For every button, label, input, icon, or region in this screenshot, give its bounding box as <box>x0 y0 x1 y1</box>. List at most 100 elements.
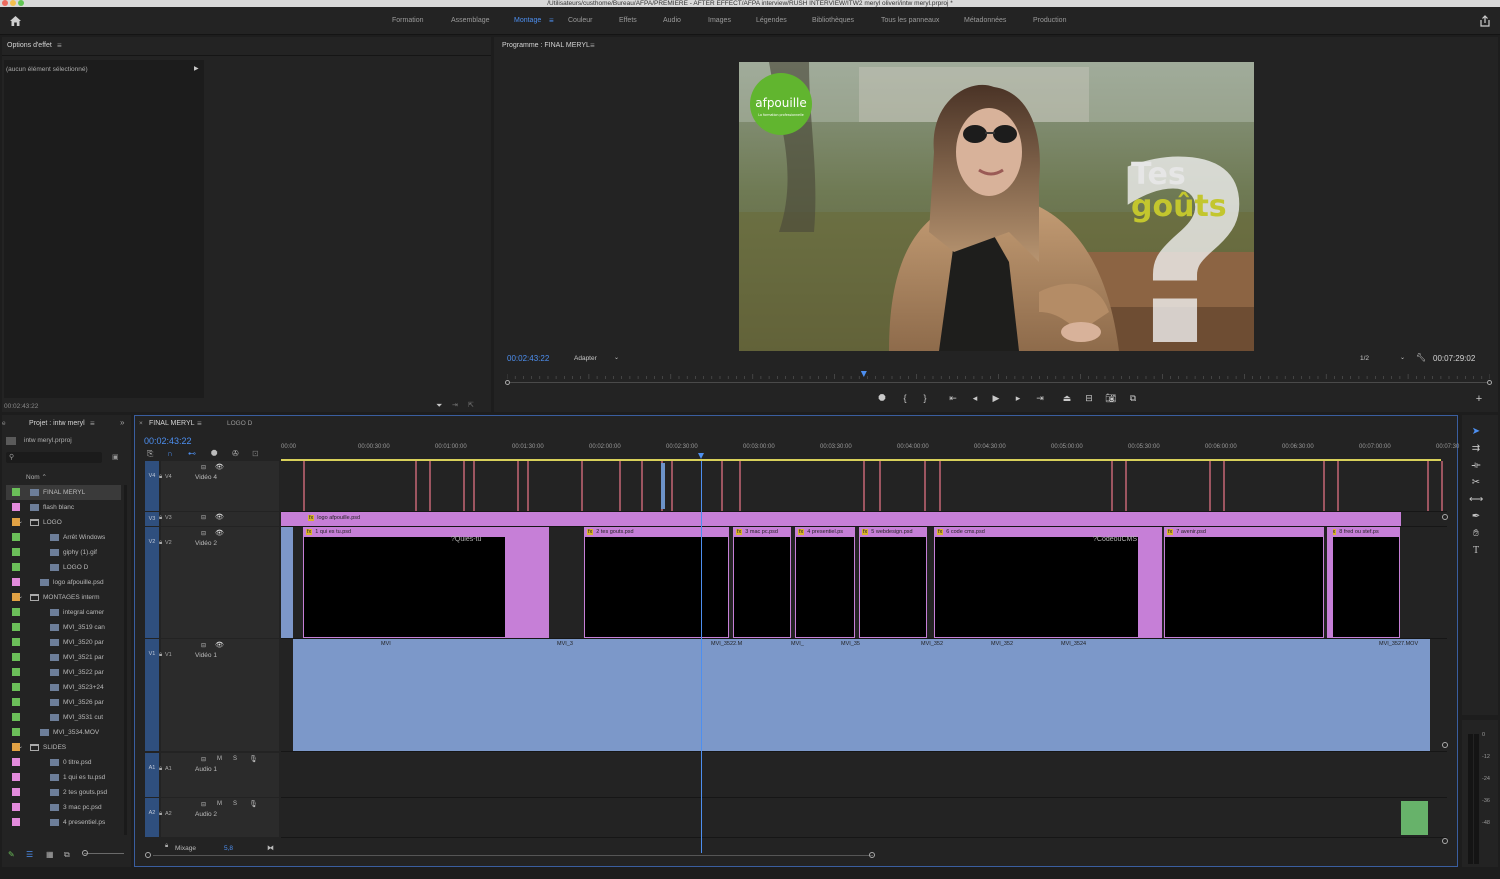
track-select-tool-icon[interactable]: ⇉ <box>1469 443 1483 455</box>
filter-icon[interactable]: ⏷ <box>436 401 442 411</box>
panel-menu-icon[interactable]: ≡ <box>90 419 95 428</box>
eye-icon[interactable]: 👁︎ <box>215 529 224 537</box>
zoom-dropdown[interactable]: Adapter ⌄ <box>570 353 622 364</box>
sync-lock-icon[interactable]: ⊟ <box>201 514 206 521</box>
zoom-slider[interactable] <box>84 853 124 854</box>
step-back-icon[interactable]: ◂ <box>968 393 982 404</box>
project-list-item[interactable]: MVI_3520 par <box>6 635 121 650</box>
timeline-tab-final[interactable]: FINAL MERYL <box>149 420 195 427</box>
project-list-item[interactable]: MVI_3526 par <box>6 695 121 710</box>
workspace-tab-formation[interactable]: Formation <box>392 17 424 24</box>
add-marker-icon[interactable]: ⯃ <box>875 393 889 404</box>
selection-tool-icon[interactable]: ➤ <box>1469 426 1483 438</box>
program-scroll-bar[interactable] <box>505 380 1492 385</box>
disclosure-triangle-icon[interactable]: ⌄ <box>18 518 23 525</box>
project-search-input[interactable]: ⚲ <box>6 452 102 463</box>
project-list-item[interactable]: FINAL MERYL <box>6 485 121 500</box>
v4-clip-marker[interactable] <box>939 461 941 511</box>
sync-lock-icon[interactable]: ⊟ <box>201 801 206 808</box>
v4-clip-marker[interactable] <box>641 461 643 511</box>
project-list-item[interactable]: integral camer <box>6 605 121 620</box>
v4-clip-marker[interactable] <box>721 461 723 511</box>
project-list-item[interactable]: MVI_3521 par <box>6 650 121 665</box>
project-list-item[interactable]: MVI_3523+24 <box>6 680 121 695</box>
v4-clip-marker[interactable] <box>671 461 673 511</box>
share-icon[interactable] <box>1479 15 1491 27</box>
v2-slide-clip[interactable]: fx 2 tes gouts.psd <box>584 527 729 638</box>
project-list-item[interactable]: giphy (1).gif <box>6 545 121 560</box>
v2-slide-clip[interactable]: fx 8 fred ou stef.ps <box>1327 527 1400 638</box>
lock-track-icon[interactable]: 🔒︎ <box>159 766 162 773</box>
project-list-item[interactable]: flash blanc <box>6 500 121 515</box>
v4-clip-marker[interactable] <box>1223 461 1225 511</box>
linked-selection-icon[interactable]: ⊷ <box>188 449 196 458</box>
project-list-item[interactable]: 4 presentiel.ps <box>6 815 121 830</box>
v2-transition-clip[interactable] <box>281 527 293 638</box>
timeline-tab-logo[interactable]: LOGO D <box>227 420 252 427</box>
lock-track-icon[interactable]: 🔒︎ <box>159 652 162 659</box>
solo-button[interactable]: S <box>233 756 237 762</box>
project-list-item[interactable]: 1 qui es tu.psd <box>6 770 121 785</box>
v2-slide-clip[interactable]: fx 6 code cms.psd <box>934 527 1161 638</box>
project-list-item[interactable]: ⌄ LOGO <box>6 515 121 530</box>
sync-lock-icon[interactable]: ⊟ <box>201 642 206 649</box>
v4-clip-marker[interactable] <box>527 461 529 511</box>
workspace-tab-production[interactable]: Production <box>1033 17 1066 24</box>
expand-triangle-icon[interactable]: ▶ <box>194 65 199 72</box>
video-scroll-handle[interactable] <box>1442 742 1448 748</box>
v4-clip-marker[interactable] <box>1209 461 1211 511</box>
v2-slide-clip[interactable]: fx 3 mac pc.psd <box>733 527 791 638</box>
mark-in-icon[interactable]: { <box>898 393 912 403</box>
project-list-item[interactable]: LOGO D <box>6 560 121 575</box>
add-marker-icon[interactable]: ⯃ <box>211 449 217 459</box>
v4-clip-marker[interactable] <box>1111 461 1113 511</box>
comparison-view-icon[interactable]: ⧉ <box>1126 393 1140 404</box>
sync-lock-icon[interactable]: ⊟ <box>201 756 206 763</box>
workspace-tab-images[interactable]: Images <box>708 17 731 24</box>
v4-clip-marker[interactable] <box>473 461 475 511</box>
extract-icon[interactable]: ⊟ <box>1082 393 1096 404</box>
workspace-tab-tous-les-panneaux[interactable]: Tous les panneaux <box>881 17 939 24</box>
go-to-in-icon[interactable]: ⇤ <box>946 393 960 404</box>
lock-track-icon[interactable]: 🔒︎ <box>159 540 162 547</box>
v4-clip-marker[interactable] <box>739 461 741 511</box>
lock-track-icon[interactable]: 🔒︎ <box>159 515 162 522</box>
lock-icon[interactable]: 🔒︎ <box>165 843 168 850</box>
button-editor-icon[interactable]: + <box>1472 393 1486 405</box>
panel-menu-icon[interactable]: ≡ <box>57 41 62 50</box>
step-forward-icon[interactable]: ▸ <box>1011 393 1025 404</box>
sync-lock-icon[interactable]: ⊟ <box>201 464 206 471</box>
track-target-a2[interactable]: A2 <box>145 798 159 837</box>
disclosure-triangle-icon[interactable]: ⌄ <box>18 593 23 600</box>
wrench-icon[interactable]: 🔧︎ <box>1416 353 1426 362</box>
mark-out-icon[interactable]: } <box>918 393 932 403</box>
v4-clip-marker[interactable] <box>924 461 926 511</box>
mix-direction-icon[interactable]: ⧓ <box>267 844 274 852</box>
list-view-icon[interactable]: ☰ <box>26 850 33 859</box>
track-target-v2[interactable]: V2 <box>145 527 159 638</box>
v2-pink-clip[interactable] <box>1138 527 1162 638</box>
track-target-v4[interactable]: V4 <box>145 461 159 511</box>
lock-track-icon[interactable]: 🔒︎ <box>159 811 162 818</box>
workspace-menu-icon[interactable]: ≡ <box>549 16 554 25</box>
project-list-item[interactable]: 2 tes gouts.psd <box>6 785 121 800</box>
panel-menu-icon[interactable]: ≡ <box>590 41 595 50</box>
solo-button[interactable]: S <box>233 801 237 807</box>
project-list-item[interactable]: 3 mac pc.psd <box>6 800 121 815</box>
v4-clip-marker[interactable] <box>463 461 465 511</box>
v2-pink-clip[interactable] <box>505 527 549 638</box>
audio-scroll-handle[interactable] <box>1442 838 1448 844</box>
project-list-item[interactable]: 0 titre.psd <box>6 755 121 770</box>
eye-icon[interactable]: 👁︎ <box>215 513 224 521</box>
v4-clip-marker[interactable] <box>661 463 665 509</box>
nest-icon[interactable]: ⎘ <box>147 449 153 459</box>
workspace-tab-l-gendes[interactable]: Légendes <box>756 17 787 24</box>
go-to-out-icon[interactable]: ⇥ <box>1033 393 1047 404</box>
workspace-tab-biblioth-ques[interactable]: Bibliothèques <box>812 17 854 24</box>
eye-icon[interactable]: 👁︎ <box>215 641 224 649</box>
hand-tool-icon[interactable]: ✋︎ <box>1469 528 1483 540</box>
project-list-item[interactable]: MVI_3534.MOV <box>6 725 121 740</box>
type-tool-icon[interactable]: T <box>1469 545 1483 557</box>
v4-clip-marker[interactable] <box>1441 461 1443 511</box>
mix-value[interactable]: 5,8 <box>224 845 233 852</box>
